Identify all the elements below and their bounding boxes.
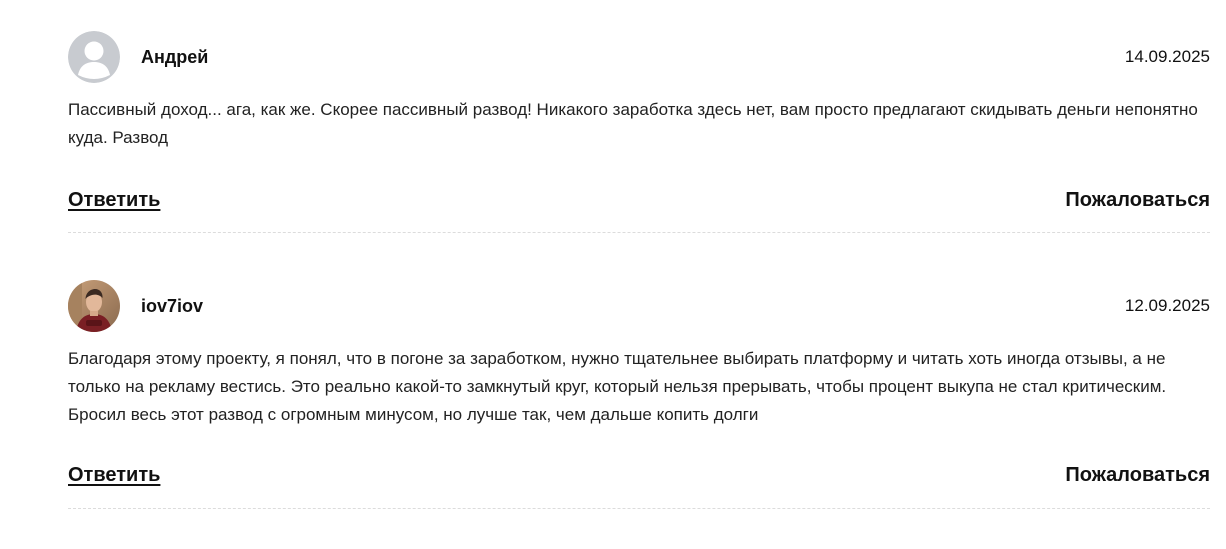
- comment-date: 14.09.2025: [1124, 47, 1210, 66]
- comment-divider: [68, 232, 1210, 233]
- reply-button[interactable]: Ответить: [68, 462, 160, 488]
- comment-text: Благодаря этому проекту, я понял, что в …: [68, 349, 1167, 424]
- user-photo-avatar: [68, 280, 120, 332]
- comment-actions: Ответить Пожаловаться: [68, 187, 1210, 215]
- comment-author: Андрей: [141, 47, 209, 67]
- report-button[interactable]: Пожаловаться: [1065, 462, 1210, 488]
- default-user-avatar-icon: [68, 31, 120, 83]
- comment-text: Пассивный доход... ага, как же. Скорее п…: [68, 100, 1198, 147]
- comment-header: iov7iov 12.09.2025: [68, 280, 1210, 332]
- comment-divider: [68, 508, 1210, 509]
- comment-header: Андрей 14.09.2025: [68, 31, 1210, 83]
- comment-item: iov7iov 12.09.2025 Благодаря этому проек…: [68, 280, 1210, 510]
- comment-item: Андрей 14.09.2025 Пассивный доход... ага…: [68, 31, 1210, 234]
- reply-button[interactable]: Ответить: [68, 187, 160, 213]
- comment-author: iov7iov: [141, 296, 204, 316]
- comment-date: 12.09.2025: [1124, 296, 1210, 315]
- comment-actions: Ответить Пожаловаться: [68, 462, 1210, 490]
- report-button[interactable]: Пожаловаться: [1065, 187, 1210, 213]
